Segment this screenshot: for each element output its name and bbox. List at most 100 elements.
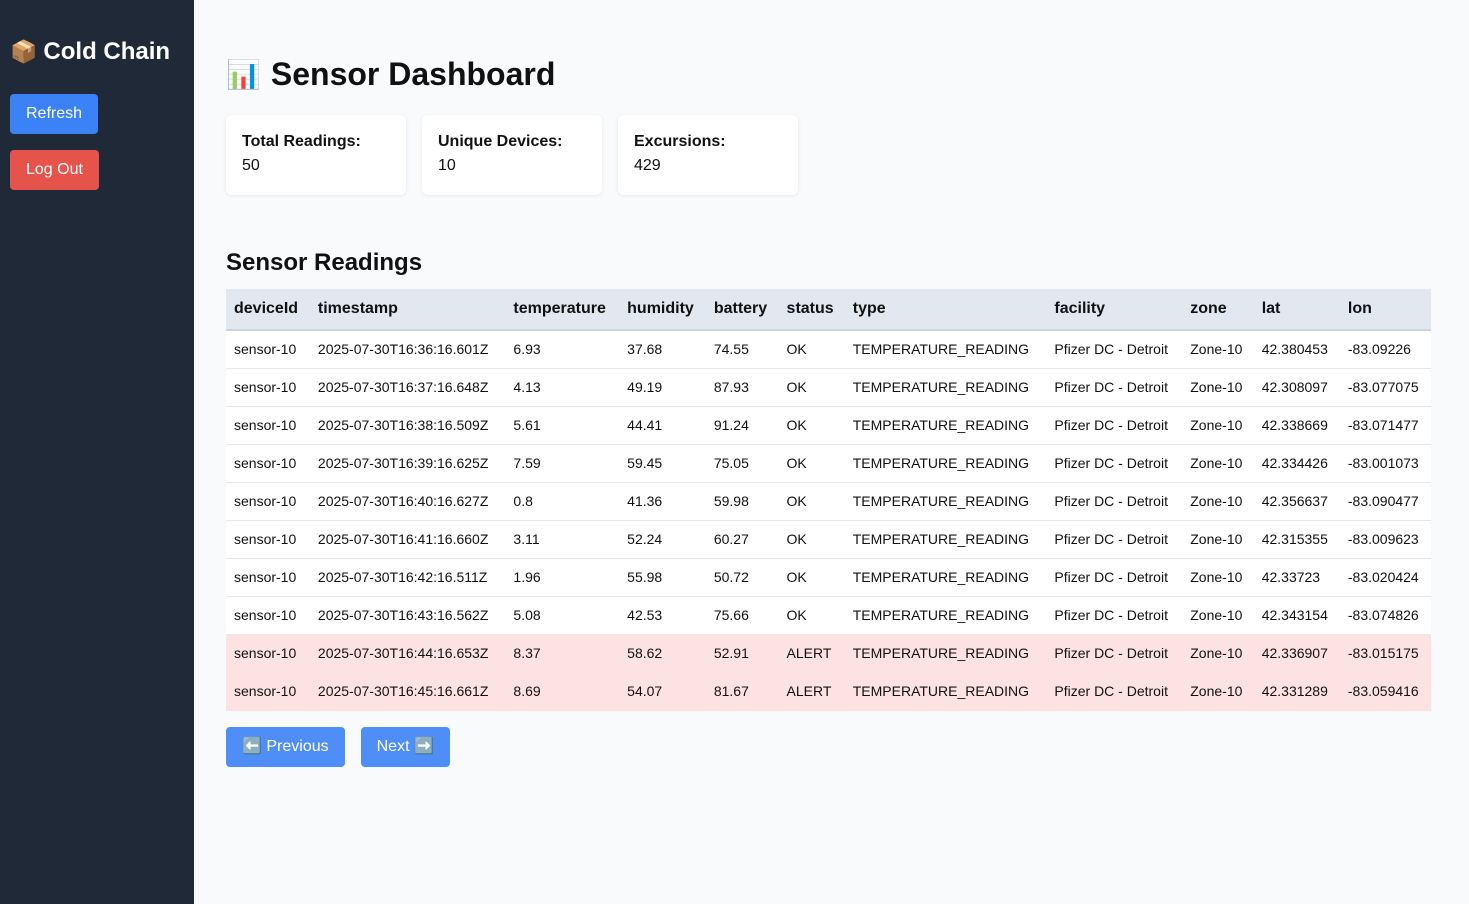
table-row: sensor-10 2025-07-30T16:40:16.627Z 0.8 41.3… xyxy=(226,482,1431,521)
table-row: sensor-10 2025-07-30T16:43:16.562Z 5.08 42.… xyxy=(226,596,1431,635)
cell-lat: 42.334426 xyxy=(1253,444,1340,483)
cell-facility: Pfizer DC - Detroit xyxy=(1046,672,1183,711)
cell-facility: Pfizer DC - Detroit xyxy=(1046,596,1183,635)
table-row: sensor-10 2025-07-30T16:44:16.653Z 8.37 58.… xyxy=(226,634,1431,673)
column-header-humidity: humidity xyxy=(619,289,706,331)
cell-zone: Zone-10 xyxy=(1182,406,1254,445)
cell-deviceid: sensor-10 xyxy=(226,444,310,483)
cell-battery: 60.27 xyxy=(705,520,779,559)
stat-card-unique-devices: Unique Devices: 10 xyxy=(422,115,602,195)
refresh-button[interactable]: Refresh xyxy=(10,94,99,134)
logout-button[interactable]: Log Out xyxy=(10,150,99,190)
cell-zone: Zone-10 xyxy=(1182,634,1254,673)
cell-humidity: 59.45 xyxy=(619,444,706,483)
stat-value: 50 xyxy=(242,157,260,174)
cell-status: OK xyxy=(778,520,845,559)
cell-lat: 42.331289 xyxy=(1253,672,1340,711)
cell-temperature: 7.59 xyxy=(505,444,620,483)
cell-status: OK xyxy=(778,444,845,483)
table-row: sensor-10 2025-07-30T16:45:16.661Z 8.69 54.… xyxy=(226,672,1431,711)
cell-status: OK xyxy=(778,558,845,597)
cell-lat: 42.308097 xyxy=(1253,368,1340,407)
cell-lat: 42.33723 xyxy=(1253,558,1340,597)
app-root: 📦 Cold Chain Refresh Log Out 📊 Sensor Da… xyxy=(0,0,1469,904)
cell-lon: -83.059416 xyxy=(1339,672,1431,711)
cell-type: TEMPERATURE_READING xyxy=(844,520,1047,559)
main-content: 📊 Sensor Dashboard Total Readings: 50 Un… xyxy=(194,0,1469,904)
stat-value: 10 xyxy=(438,157,456,174)
cell-type: TEMPERATURE_READING xyxy=(844,368,1047,407)
cell-lon: -83.001073 xyxy=(1339,444,1431,483)
stat-label: Excursions: xyxy=(634,133,726,150)
cell-lon: -83.071477 xyxy=(1339,406,1431,445)
cell-facility: Pfizer DC - Detroit xyxy=(1046,482,1183,521)
cell-type: TEMPERATURE_READING xyxy=(844,330,1047,369)
cell-lon: -83.020424 xyxy=(1339,558,1431,597)
cell-lat: 42.336907 xyxy=(1253,634,1340,673)
cell-battery: 75.05 xyxy=(705,444,779,483)
stat-value: 429 xyxy=(634,157,661,174)
column-header-facility: facility xyxy=(1046,289,1183,331)
cell-deviceid: sensor-10 xyxy=(226,596,310,635)
stat-label: Unique Devices: xyxy=(438,133,563,150)
cell-status: ALERT xyxy=(778,634,845,673)
table-header: deviceId timestamp temperature humidity batt… xyxy=(226,289,1431,331)
cell-lon: -83.09226 xyxy=(1339,330,1431,369)
cell-lon: -83.074826 xyxy=(1339,596,1431,635)
cell-temperature: 3.11 xyxy=(505,520,620,559)
cell-zone: Zone-10 xyxy=(1182,672,1254,711)
cell-type: TEMPERATURE_READING xyxy=(844,558,1047,597)
stat-card-total-readings: Total Readings: 50 xyxy=(226,115,406,195)
cell-timestamp: 2025-07-30T16:44:16.653Z xyxy=(309,634,506,673)
cell-status: OK xyxy=(778,596,845,635)
cell-lon: -83.009623 xyxy=(1339,520,1431,559)
cell-lat: 42.338669 xyxy=(1253,406,1340,445)
table-row: sensor-10 2025-07-30T16:39:16.625Z 7.59 59.… xyxy=(226,444,1431,483)
cell-battery: 59.98 xyxy=(705,482,779,521)
previous-button[interactable]: ⬅️ Previous xyxy=(226,726,345,767)
cell-facility: Pfizer DC - Detroit xyxy=(1046,634,1183,673)
next-button[interactable]: Next ➡️ xyxy=(360,726,450,767)
cell-zone: Zone-10 xyxy=(1182,330,1254,369)
cell-deviceid: sensor-10 xyxy=(226,406,310,445)
cell-temperature: 1.96 xyxy=(505,558,620,597)
table-row: sensor-10 2025-07-30T16:37:16.648Z 4.13 49.… xyxy=(226,368,1431,407)
cell-humidity: 58.62 xyxy=(619,634,706,673)
cell-status: OK xyxy=(778,330,845,369)
cell-timestamp: 2025-07-30T16:40:16.627Z xyxy=(309,482,506,521)
cell-battery: 52.91 xyxy=(705,634,779,673)
cell-humidity: 52.24 xyxy=(619,520,706,559)
cell-zone: Zone-10 xyxy=(1182,482,1254,521)
page-title-text: Sensor Dashboard xyxy=(270,56,556,92)
brand-name: Cold Chain xyxy=(43,38,171,65)
cell-facility: Pfizer DC - Detroit xyxy=(1046,368,1183,407)
column-header-type: type xyxy=(844,289,1047,331)
table-row: sensor-10 2025-07-30T16:41:16.660Z 3.11 52.… xyxy=(226,520,1431,559)
cell-battery: 50.72 xyxy=(705,558,779,597)
cell-temperature: 8.69 xyxy=(505,672,620,711)
column-header-zone: zone xyxy=(1182,289,1254,331)
cell-facility: Pfizer DC - Detroit xyxy=(1046,444,1183,483)
table-row: sensor-10 2025-07-30T16:42:16.511Z 1.96 55.… xyxy=(226,558,1431,597)
cell-lat: 42.380453 xyxy=(1253,330,1340,369)
sidebar: 📦 Cold Chain Refresh Log Out xyxy=(0,0,194,904)
table-row: sensor-10 2025-07-30T16:36:16.601Z 6.93 37.… xyxy=(226,330,1431,369)
section-title: Sensor Readings xyxy=(226,249,423,276)
cell-type: TEMPERATURE_READING xyxy=(844,444,1047,483)
column-header-deviceid: deviceId xyxy=(226,289,310,331)
cell-timestamp: 2025-07-30T16:38:16.509Z xyxy=(309,406,506,445)
cell-zone: Zone-10 xyxy=(1182,444,1254,483)
cell-battery: 91.24 xyxy=(705,406,779,445)
cell-deviceid: sensor-10 xyxy=(226,672,310,711)
cell-type: TEMPERATURE_READING xyxy=(844,596,1047,635)
cell-zone: Zone-10 xyxy=(1182,520,1254,559)
cell-temperature: 5.08 xyxy=(505,596,620,635)
cell-lon: -83.090477 xyxy=(1339,482,1431,521)
table-body: sensor-10 2025-07-30T16:36:16.601Z 6.93 37.… xyxy=(226,330,1431,711)
readings-table: deviceId timestamp temperature humidity batt… xyxy=(226,289,1431,711)
cell-temperature: 0.8 xyxy=(505,482,620,521)
table-row: sensor-10 2025-07-30T16:38:16.509Z 5.61 44.… xyxy=(226,406,1431,445)
cell-lon: -83.077075 xyxy=(1339,368,1431,407)
cell-status: OK xyxy=(778,482,845,521)
cell-humidity: 41.36 xyxy=(619,482,706,521)
